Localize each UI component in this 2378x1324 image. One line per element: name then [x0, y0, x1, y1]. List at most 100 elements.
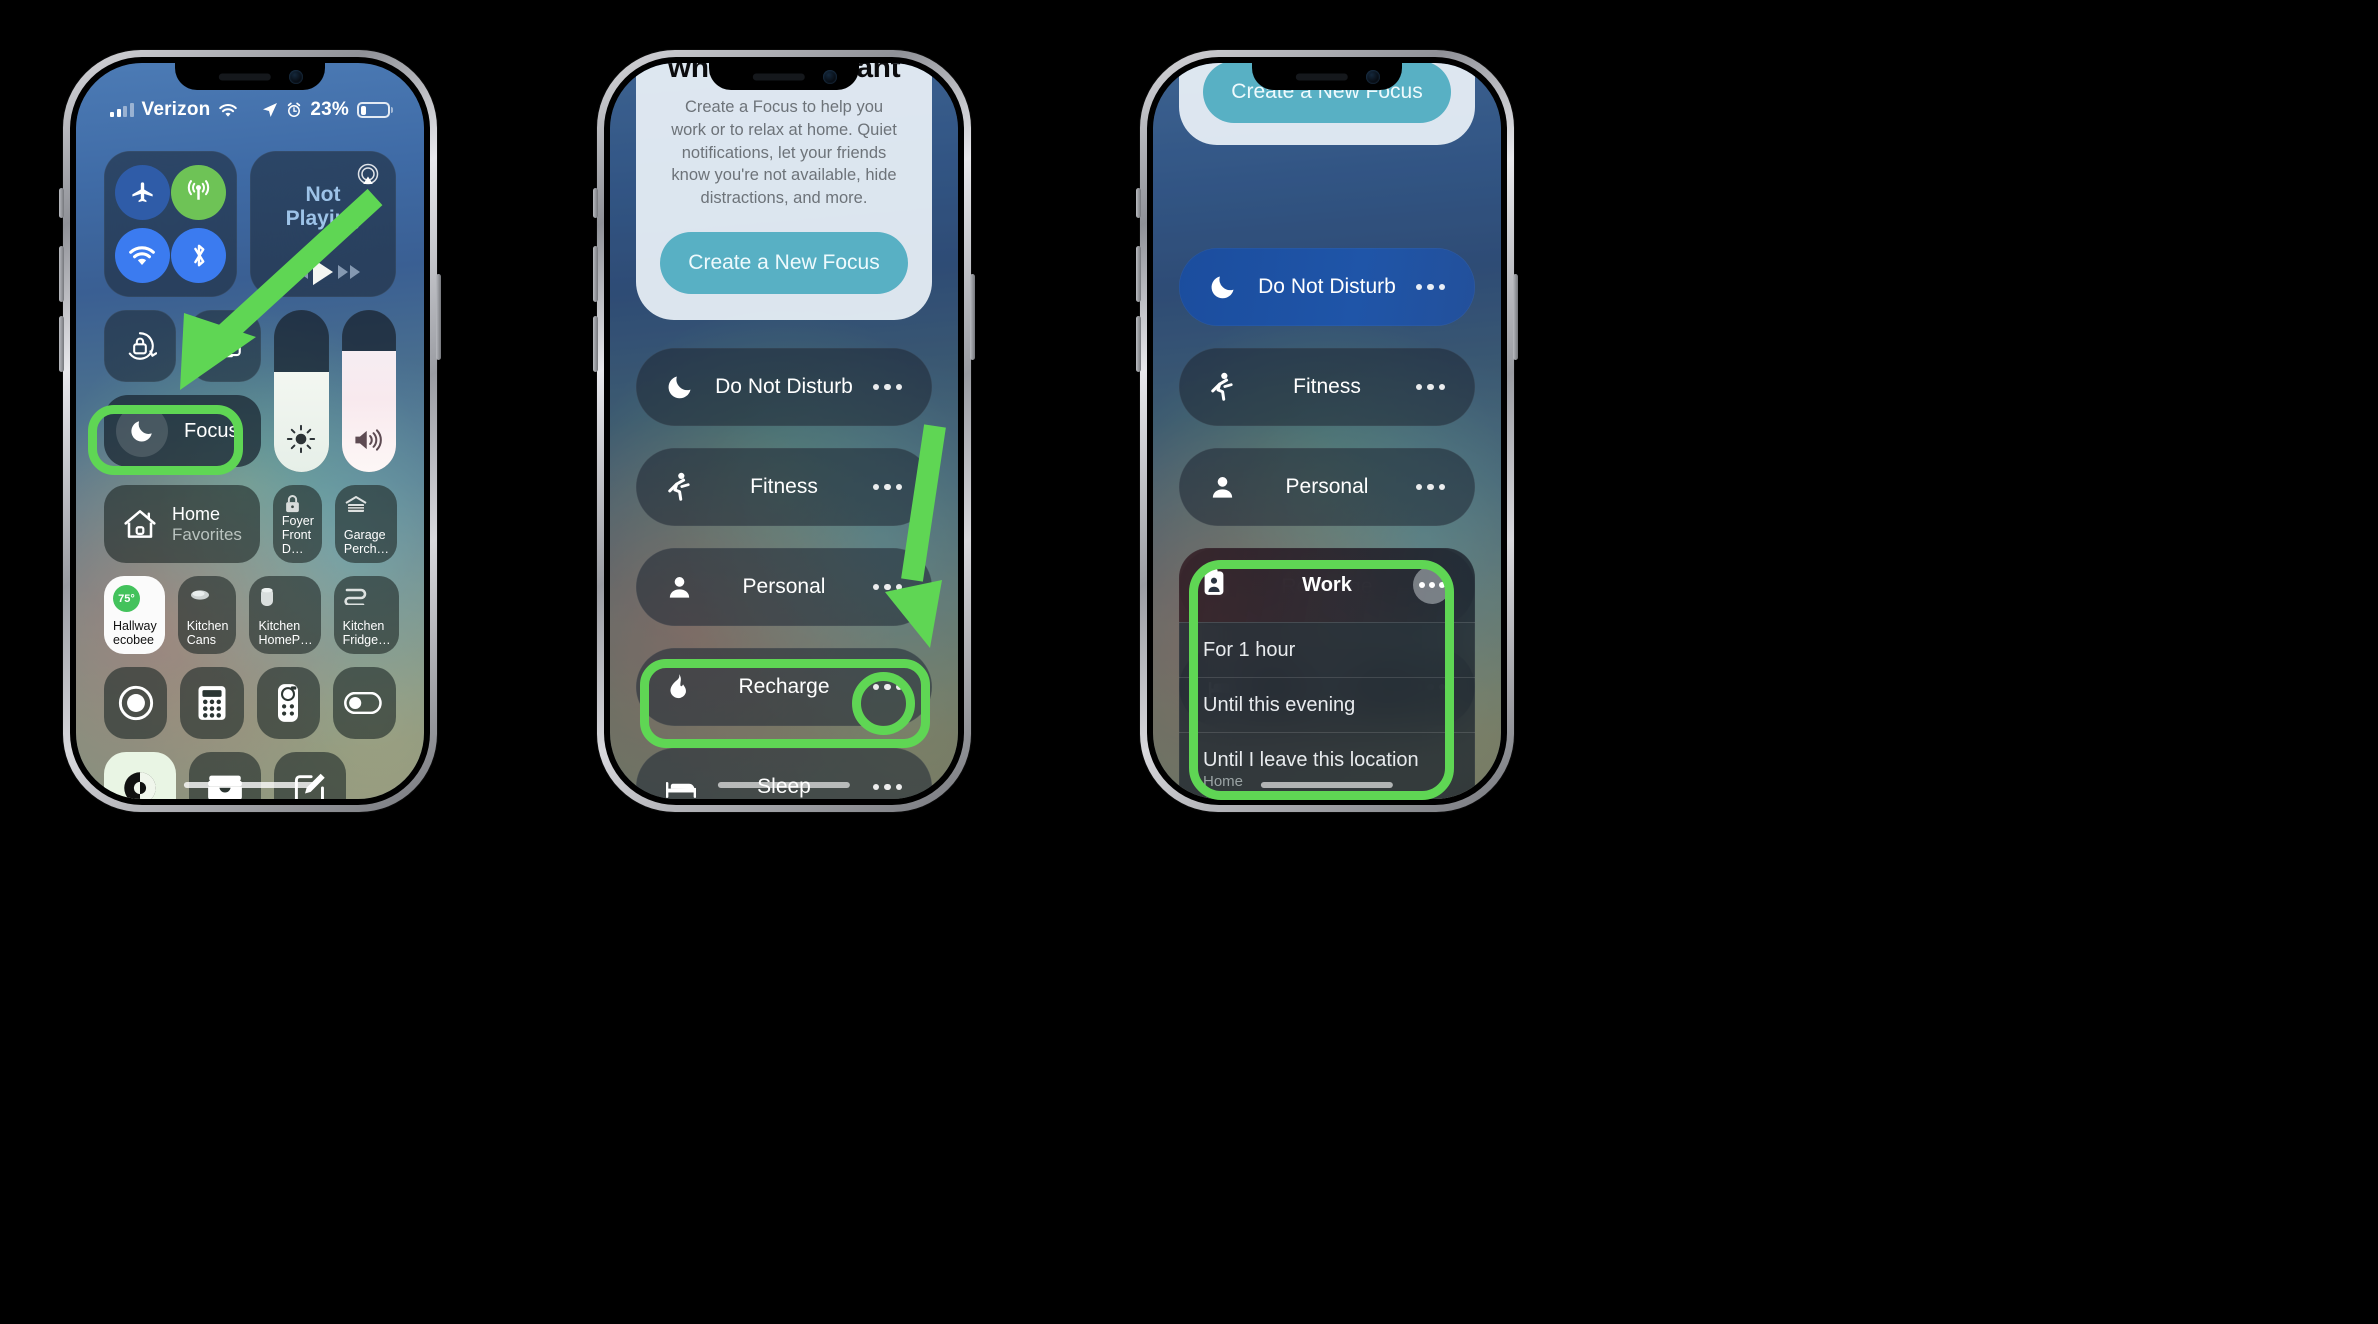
rotation-lock-button[interactable] — [104, 310, 176, 382]
home-favorites-button[interactable]: Home Favorites — [104, 485, 260, 563]
silent-switch[interactable] — [1136, 188, 1141, 218]
work-focus-menu-header[interactable]: Work — [1179, 548, 1475, 622]
more-options-icon[interactable] — [872, 383, 902, 391]
airplay-icon[interactable] — [356, 163, 380, 187]
volume-down-button[interactable] — [59, 316, 64, 372]
focus-row-fitness[interactable]: Fitness — [636, 448, 932, 526]
moon-icon-wrap — [666, 373, 706, 401]
brightness-slider[interactable] — [274, 310, 329, 472]
running-person-icon-wrap — [1209, 372, 1249, 402]
flame-icon — [670, 674, 686, 699]
bluetooth-button[interactable] — [171, 228, 227, 283]
menu-option-until-i-leave-this-location[interactable]: Until I leave this location Home — [1179, 732, 1475, 799]
volume-up-button[interactable] — [593, 246, 598, 302]
calculator-button[interactable] — [180, 667, 244, 739]
focus-label: Focus — [184, 419, 239, 442]
play-icon[interactable] — [310, 257, 336, 287]
focus-row-personal[interactable]: Personal — [1179, 448, 1475, 526]
accessory-label: Garage Perch… — [343, 528, 390, 556]
earpiece-speaker — [1295, 73, 1348, 80]
person-icon — [1212, 476, 1233, 498]
earpiece-speaker — [218, 73, 271, 80]
accessory-label: Foyer Front D… — [281, 514, 314, 556]
menu-option-until-this-evening[interactable]: Until this evening — [1179, 677, 1475, 732]
alarm-clock-icon — [288, 102, 301, 117]
more-options-icon[interactable] — [1415, 283, 1445, 291]
phone-2-screen: what's important Create a Focus to help … — [610, 63, 958, 799]
home-indicator[interactable] — [717, 782, 851, 788]
notes-button[interactable] — [274, 752, 346, 799]
screen-recording-button[interactable] — [104, 667, 168, 739]
focus-row-personal[interactable]: Personal — [636, 548, 932, 626]
notch — [1252, 63, 1402, 90]
focus-row-sleep[interactable]: Sleep — [636, 748, 932, 799]
airplane-mode-button[interactable] — [114, 165, 170, 220]
home-indicator[interactable] — [183, 782, 317, 788]
more-options-icon[interactable] — [872, 583, 902, 591]
media-player-module[interactable]: Not Playing — [250, 151, 396, 297]
low-power-mode-button[interactable] — [332, 667, 396, 739]
more-options-icon[interactable] — [872, 783, 902, 791]
work-focus-menu: Work For 1 hour Until this evening Until… — [1179, 548, 1475, 799]
more-options-icon[interactable] — [872, 683, 902, 691]
power-button[interactable] — [1513, 274, 1518, 360]
volume-up-button[interactable] — [1136, 246, 1141, 302]
accessory-kitchen-homepod[interactable]: Kitchen HomeP… — [249, 576, 321, 654]
wallet-button[interactable] — [189, 752, 261, 799]
volume-slider[interactable] — [341, 310, 396, 472]
cellular-data-button[interactable] — [171, 165, 227, 220]
more-options-icon[interactable] — [1415, 483, 1445, 491]
power-button[interactable] — [436, 274, 441, 360]
more-options-icon[interactable] — [1415, 383, 1445, 391]
moon-icon — [1211, 276, 1234, 299]
dark-mode-button[interactable] — [104, 752, 176, 799]
more-options-icon[interactable] — [1413, 566, 1451, 604]
rotation-lock-icon — [128, 332, 157, 360]
focus-row-fitness[interactable]: Fitness — [1179, 348, 1475, 426]
accessory-label: Kitchen Fridge… — [342, 619, 391, 647]
signal-bars-icon — [110, 103, 134, 117]
power-button[interactable] — [970, 274, 975, 360]
silent-switch[interactable] — [59, 188, 64, 218]
accessory-kitchen-cans[interactable]: Kitchen Cans — [177, 576, 237, 654]
accessory-hallway-ecobee[interactable]: 75° Hallway ecobee — [104, 576, 165, 654]
light-strip-icon — [344, 588, 366, 605]
accessory-garage-perch[interactable]: Garage Perch… — [334, 485, 398, 563]
create-new-focus-button[interactable]: Create a New Focus — [660, 231, 908, 294]
focus-row-do-not-disturb[interactable]: Do Not Disturb — [1179, 248, 1475, 326]
moon-icon-wrap — [116, 405, 168, 457]
media-title: Not Playing — [285, 183, 361, 230]
fast-forward-icon[interactable] — [336, 263, 362, 281]
airplane-icon — [132, 182, 153, 203]
running-person-icon — [1211, 372, 1233, 401]
accessory-kitchen-fridge[interactable]: Kitchen Fridge… — [333, 576, 399, 654]
focus-button[interactable]: Focus — [104, 395, 261, 467]
apple-tv-remote-button[interactable] — [256, 667, 320, 739]
accessory-label: Kitchen HomeP… — [258, 619, 313, 647]
volume-up-button[interactable] — [59, 246, 64, 302]
notch — [175, 63, 325, 90]
lock-icon — [286, 495, 299, 513]
cellular-antenna-icon — [188, 180, 210, 200]
focus-row-recharge[interactable]: Recharge — [636, 648, 932, 726]
temperature-badge: 75° — [113, 585, 140, 612]
home-indicator[interactable] — [1260, 782, 1394, 788]
volume-down-button[interactable] — [593, 316, 598, 372]
more-options-icon[interactable] — [872, 483, 902, 491]
connectivity-module — [104, 151, 237, 297]
accessory-foyer-front-door[interactable]: Foyer Front D… — [272, 485, 322, 563]
bluetooth-icon — [193, 244, 205, 267]
person-icon-wrap — [666, 574, 706, 601]
volume-down-button[interactable] — [1136, 316, 1141, 372]
silent-switch[interactable] — [593, 188, 598, 218]
rewind-icon[interactable] — [284, 263, 310, 281]
record-icon — [118, 685, 153, 721]
menu-option-label: For 1 hour — [1203, 639, 1296, 661]
wifi-button[interactable] — [114, 228, 170, 283]
focus-row-do-not-disturb[interactable]: Do Not Disturb — [636, 348, 932, 426]
menu-option-for-1-hour[interactable]: For 1 hour — [1179, 622, 1475, 677]
focus-intro-card: what's important Create a Focus to help … — [636, 63, 932, 320]
screen-mirroring-button[interactable] — [189, 310, 261, 382]
accessory-label: Kitchen Cans — [186, 619, 229, 647]
phone-3: Create a New Focus Do Not Disturb Fitnes… — [1136, 50, 1518, 812]
